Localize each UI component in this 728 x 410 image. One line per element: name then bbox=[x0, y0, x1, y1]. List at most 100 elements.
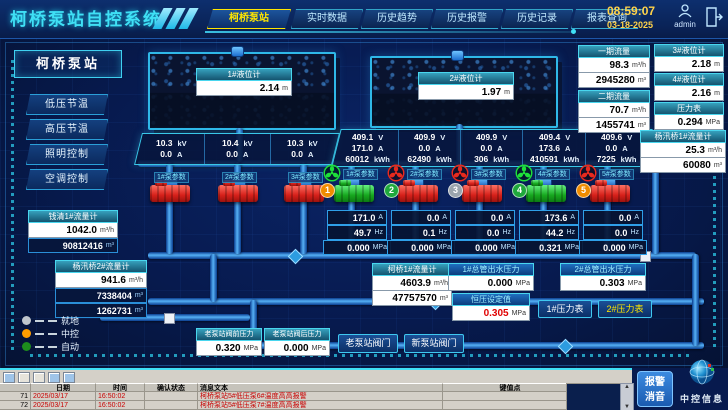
alarm-first-icon[interactable] bbox=[48, 372, 60, 383]
tank1-level-label: 1#液位计 bbox=[196, 68, 292, 81]
new-station-valve-button[interactable]: 新泵站阀门 bbox=[404, 334, 464, 353]
pump4-fan-status-icon bbox=[515, 164, 533, 182]
qianqing1-flow-rate: 1042.0 bbox=[66, 225, 97, 236]
alarm-last-icon[interactable] bbox=[63, 372, 75, 383]
username: admin bbox=[668, 20, 702, 29]
pump-left-1: 1#泵参数 bbox=[138, 168, 202, 210]
level3-value: 2.18 bbox=[692, 59, 711, 70]
legend-local: 就地 bbox=[22, 314, 79, 327]
phase2-flow-panel: 二期流量 70.7m³/h 1455741m³ bbox=[578, 90, 650, 133]
pump4-params-label[interactable]: 4#泵参数 bbox=[535, 169, 570, 180]
pump2-pressure: 0.000 bbox=[411, 243, 434, 253]
pump4-frequency: 44.2 bbox=[546, 228, 564, 238]
hv-meter-box: 10.3kV 0.0A 10.4kV 0.0A 10.3kV 0.0A bbox=[134, 133, 340, 165]
phase2-flow-label: 二期流量 bbox=[578, 90, 650, 103]
pump1-pressure: 0.000 bbox=[347, 243, 370, 253]
tab-keqiao-station[interactable]: 柯桥泵站 bbox=[207, 9, 291, 29]
scroll-down-icon[interactable]: ▼ bbox=[624, 404, 630, 410]
pump-left-2-body[interactable] bbox=[218, 185, 258, 202]
legend-local-label: 就地 bbox=[61, 314, 79, 327]
pump1-body[interactable] bbox=[334, 185, 374, 202]
legend-central-label: 中控 bbox=[61, 327, 79, 340]
pump-right-5: 5#泵参数 5 0.0A 0.0Hz 0.000MPa bbox=[576, 164, 644, 262]
tab-history-alarm[interactable]: 历史报警 bbox=[431, 9, 503, 29]
keqiao1-flow-label: 柯桥1#流量计 bbox=[372, 263, 452, 276]
phase1-flow-label: 一期流量 bbox=[578, 45, 650, 58]
pump-left-1-label[interactable]: 1#泵参数 bbox=[154, 172, 189, 183]
pressure-gauge-value: 0.294 bbox=[678, 117, 703, 128]
sidebar-item-lighting[interactable]: 照明控制 bbox=[26, 144, 108, 165]
sidebar-item-hvac[interactable]: 空调控制 bbox=[26, 169, 108, 190]
old-station-valve-button[interactable]: 老泵站阀门 bbox=[338, 334, 398, 353]
legend-auto: 自动 bbox=[22, 340, 79, 353]
pump2-frequency: 0.1 bbox=[423, 228, 436, 238]
pump3-pressure: 0.000 bbox=[475, 243, 498, 253]
pressure-setpoint-panel: 恒压设定值 0.305MPa bbox=[452, 293, 530, 321]
pump4-body[interactable] bbox=[526, 185, 566, 202]
outlet1-pressure-value: 0.000 bbox=[488, 278, 513, 289]
pump2-body[interactable] bbox=[398, 185, 438, 202]
vendor-logo: 中控信息 bbox=[676, 358, 728, 405]
gauge1-button[interactable]: 1#压力表 bbox=[538, 300, 592, 318]
lv-meter-4: 409.4V 173.6A 410591kWh bbox=[524, 130, 586, 166]
alarm-scrollbar[interactable]: ▲ ▼ bbox=[620, 383, 634, 410]
alarm-selection-area bbox=[566, 383, 622, 410]
legend-central: 中控 bbox=[22, 327, 79, 340]
tab-realtime-data[interactable]: 实时数据 bbox=[291, 9, 363, 29]
pump4-current: 173.6 bbox=[545, 213, 568, 223]
pump5-fan-status-icon bbox=[579, 164, 597, 182]
pump3-params-label[interactable]: 3#泵参数 bbox=[471, 169, 506, 180]
sidebar-item-lv-temp[interactable]: 低压节温 bbox=[26, 94, 108, 115]
outlet2-pressure-value: 0.303 bbox=[600, 278, 625, 289]
alarm-header-row: 日期 时间 确认状态 消息文本 键值点 bbox=[0, 383, 620, 392]
bottom-tick-strip bbox=[30, 354, 690, 357]
pump-left-3-body[interactable] bbox=[284, 185, 324, 202]
pump1-params-label[interactable]: 1#泵参数 bbox=[343, 169, 378, 180]
alarm-list-icon[interactable] bbox=[3, 372, 15, 383]
pressure-gauge-panel: 压力表 0.294MPa bbox=[654, 102, 724, 130]
pump2-params-label[interactable]: 2#泵参数 bbox=[407, 169, 442, 180]
globe-icon bbox=[688, 358, 716, 386]
right-tick-strip bbox=[713, 148, 716, 348]
pump-left-2: 2#泵参数 bbox=[206, 168, 270, 210]
logout-icon[interactable] bbox=[706, 7, 723, 27]
pump1-current: 171.0 bbox=[353, 213, 376, 223]
alarm-mute-button[interactable]: 报警 消音 bbox=[637, 371, 673, 407]
pipe-right-riser-1 bbox=[652, 162, 659, 254]
hv-meter-3: 10.3kV 0.0A bbox=[270, 134, 335, 164]
tank2-level-panel: 2#液位计 1.97m bbox=[418, 72, 514, 100]
alarm-ack-all-icon[interactable] bbox=[33, 372, 45, 383]
pump2-current: 0.0 bbox=[427, 213, 440, 223]
legend-auto-dot bbox=[22, 342, 31, 351]
qianqing1-flow-panel: 钱清1#流量计 1042.0m³/h 90812416m³ bbox=[28, 210, 118, 253]
tab-history-trend[interactable]: 历史趋势 bbox=[361, 9, 433, 29]
sidebar-item-hv-temp[interactable]: 高压节温 bbox=[26, 119, 108, 140]
pipe-right-riser-2 bbox=[692, 254, 699, 346]
yangxunqiao2-flow-label: 杨汛桥2#流量计 bbox=[55, 260, 147, 273]
outlet2-pressure-label: 2#总管出水压力 bbox=[560, 263, 646, 276]
pump-left-1-body[interactable] bbox=[150, 185, 190, 202]
tab-history-record[interactable]: 历史记录 bbox=[501, 9, 573, 29]
alarm-row[interactable]: 71 2025/03/17 16:50:02 柯桥泵站5#低压泵6#温度高高报警 bbox=[0, 392, 620, 401]
gauge2-button[interactable]: 2#压力表 bbox=[598, 300, 652, 318]
pump-left-3-label[interactable]: 3#泵参数 bbox=[288, 172, 323, 183]
pump-left-2-label[interactable]: 2#泵参数 bbox=[222, 172, 257, 183]
alarm-row[interactable]: 72 2025/03/17 16:50:02 柯桥泵站5#低压泵7#温度高高报警 bbox=[0, 401, 620, 410]
manual-valve-icon[interactable] bbox=[164, 313, 175, 324]
pump5-body[interactable] bbox=[590, 185, 630, 202]
app-title: 柯桥泵站自控系统 bbox=[10, 5, 162, 30]
pump4-pressure: 0.321 bbox=[539, 243, 562, 253]
old-station-front-pressure-value: 0.320 bbox=[216, 343, 241, 354]
pump3-fan-status-icon bbox=[451, 164, 469, 182]
phase1-flow-panel: 一期流量 98.3m³/h 2945280m³ bbox=[578, 45, 650, 88]
pump5-params-label[interactable]: 5#泵参数 bbox=[599, 169, 634, 180]
phase1-flow-rate: 98.3 bbox=[610, 60, 629, 71]
pressure-gauge-label: 压力表 bbox=[654, 102, 724, 115]
pump3-body[interactable] bbox=[462, 185, 502, 202]
alarm-ack-icon[interactable] bbox=[18, 372, 30, 383]
scroll-up-icon[interactable]: ▲ bbox=[624, 384, 630, 391]
yangxunqiao1-flow-total: 60080 bbox=[683, 160, 711, 171]
yangxunqiao2-flow-total2: 1262731 bbox=[97, 306, 132, 316]
legend-auto-label: 自动 bbox=[61, 340, 79, 353]
yangxunqiao2-flow-total1: 7338404 bbox=[97, 291, 132, 301]
